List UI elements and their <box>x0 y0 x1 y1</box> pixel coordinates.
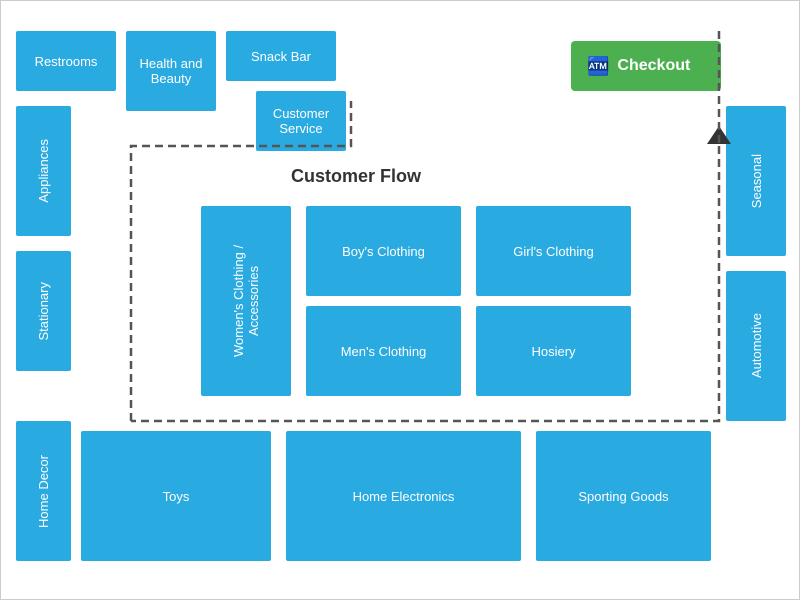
dept-home-decor: Home Decor <box>16 421 71 561</box>
dept-womens-clothing: Women's Clothing / Accessories <box>201 206 291 396</box>
dept-seasonal: Seasonal <box>726 106 786 256</box>
checkout-icon: 🏧 <box>587 56 609 77</box>
dept-sporting-goods: Sporting Goods <box>536 431 711 561</box>
dept-restrooms: Restrooms <box>16 31 116 91</box>
dept-health-beauty: Health and Beauty <box>126 31 216 111</box>
dept-hosiery: Hosiery <box>476 306 631 396</box>
dept-boys-clothing: Boy's Clothing <box>306 206 461 296</box>
dept-automotive: Automotive <box>726 271 786 421</box>
dept-toys: Toys <box>81 431 271 561</box>
dept-mens-clothing: Men's Clothing <box>306 306 461 396</box>
dept-home-electronics: Home Electronics <box>286 431 521 561</box>
dept-customer-service: Customer Service <box>256 91 346 151</box>
checkout-button[interactable]: 🏧 Checkout <box>571 41 721 91</box>
dept-snack-bar: Snack Bar <box>226 31 336 81</box>
dept-stationary: Stationary <box>16 251 71 371</box>
customer-flow-label: Customer Flow <box>291 166 421 187</box>
checkout-arrow <box>707 126 731 144</box>
dept-girls-clothing: Girl's Clothing <box>476 206 631 296</box>
dept-appliances: Appliances <box>16 106 71 236</box>
store-map: Restrooms Health and Beauty Snack Bar Cu… <box>0 0 800 600</box>
